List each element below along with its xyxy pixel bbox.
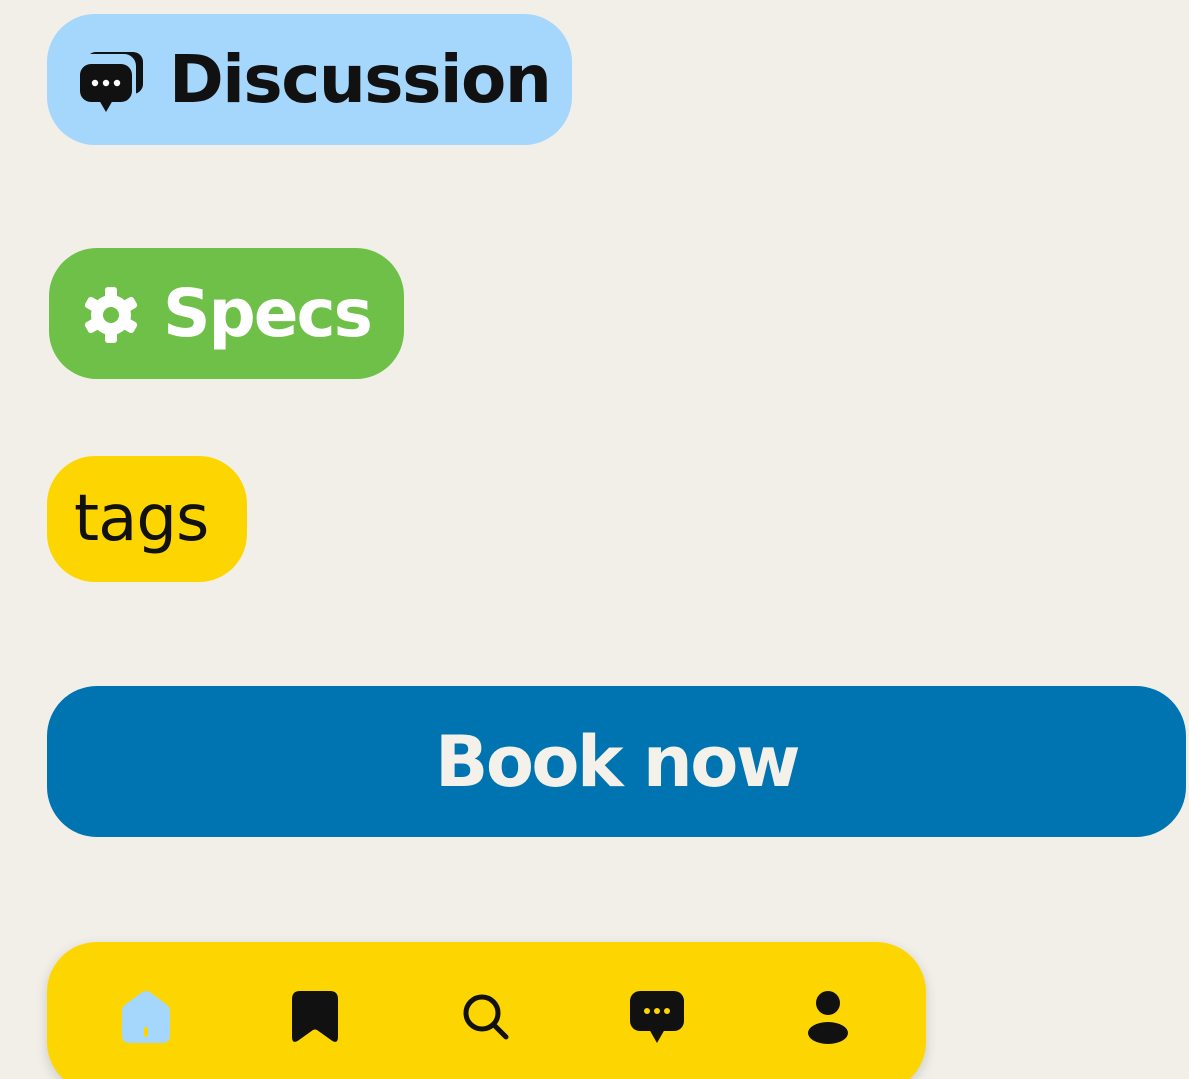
home-icon xyxy=(118,989,174,1045)
specs-chip-label: Specs xyxy=(163,275,373,352)
chat-bubbles-icon xyxy=(79,46,145,114)
bottom-nav-bar xyxy=(47,942,926,1079)
gear-icon xyxy=(81,284,141,344)
tags-chip-label: tags xyxy=(74,482,209,556)
nav-item-profile[interactable] xyxy=(793,982,863,1052)
book-now-button[interactable]: Book now xyxy=(47,686,1186,837)
chat-icon xyxy=(629,990,685,1044)
nav-item-saved[interactable] xyxy=(280,982,350,1052)
bookmark-icon xyxy=(290,989,340,1045)
nav-item-search[interactable] xyxy=(451,982,521,1052)
nav-item-messages[interactable] xyxy=(622,982,692,1052)
user-icon xyxy=(806,989,850,1045)
search-icon xyxy=(461,992,511,1042)
specs-chip[interactable]: Specs xyxy=(49,248,404,379)
nav-item-home[interactable] xyxy=(111,982,181,1052)
tags-chip[interactable]: tags xyxy=(47,456,247,582)
discussion-chip[interactable]: Discussion xyxy=(47,14,572,145)
page: Discussion Specs tags Book now xyxy=(0,0,1189,1079)
discussion-chip-label: Discussion xyxy=(169,41,552,118)
